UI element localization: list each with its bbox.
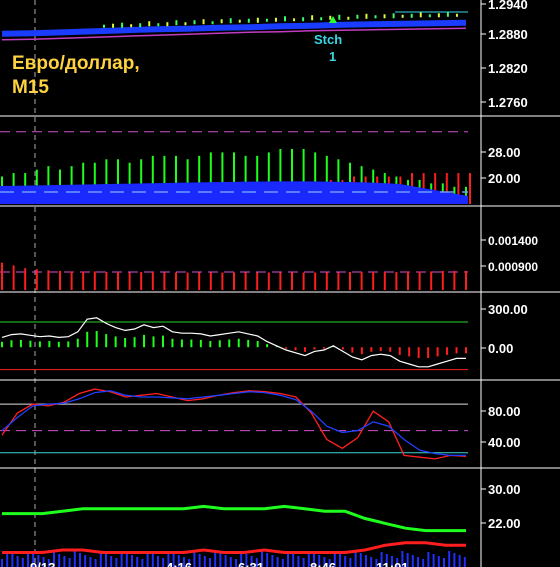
time-axis-label: 11:01 (376, 560, 409, 567)
y-tick-label: 80.00 (488, 404, 521, 419)
stochastic-line (1, 388, 467, 460)
chart-title: Евро/доллар, M15 (12, 52, 140, 100)
y-tick-label: 30.00 (488, 482, 521, 497)
time-axis-label: 8:46 (310, 560, 336, 567)
y-tick-label: 1.2760 (488, 95, 528, 110)
stoch-annotation-label: Stch (314, 32, 342, 47)
volume-line (2, 504, 466, 533)
stochastic-line (1, 390, 466, 457)
chart-title-line1: Евро/доллар, (12, 53, 140, 74)
time-axis-label: 9/13 (30, 560, 55, 567)
y-tick-label: 0.00 (488, 341, 513, 356)
chart-title-line2: M15 (12, 77, 49, 98)
y-tick-label: 0.000900 (488, 260, 538, 274)
y-tick-label: 1.2880 (488, 27, 528, 42)
cci-line (1, 317, 466, 368)
volume-line (2, 541, 466, 554)
time-axis-label: 6:31 (238, 560, 264, 567)
y-tick-label: 40.00 (488, 435, 521, 450)
y-tick-label: 22.00 (488, 516, 521, 531)
y-tick-label: 300.00 (488, 302, 528, 317)
y-tick-label: 1.2820 (488, 61, 528, 76)
y-tick-label: 28.00 (488, 145, 521, 160)
y-tick-label: 20.00 (488, 171, 521, 186)
y-tick-label: 0.001400 (488, 234, 538, 248)
stoch-annotation-number: 1 (329, 49, 336, 64)
time-axis-label: 4:16 (166, 560, 192, 567)
y-tick-label: 1.2940 (488, 0, 528, 12)
